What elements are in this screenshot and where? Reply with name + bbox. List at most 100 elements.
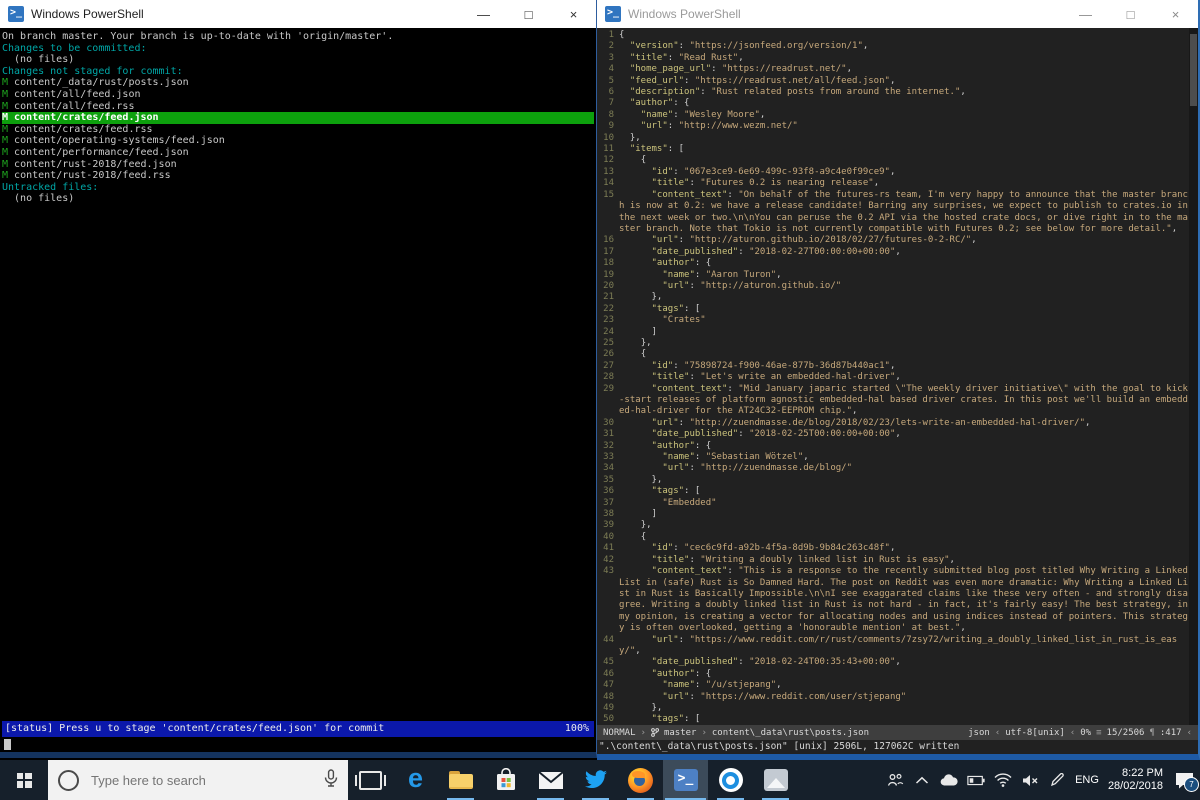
editor-line[interactable]: 24 ] [597, 327, 1189, 338]
search-input[interactable] [89, 771, 314, 789]
editor-line[interactable]: 4 "home_page_url": "https://readrust.net… [597, 64, 1189, 75]
editor-line[interactable]: 19 "name": "Aaron Turon", [597, 270, 1189, 281]
editor-line[interactable]: 11 "items": [ [597, 144, 1189, 155]
editor-line[interactable]: 35 }, [597, 475, 1189, 486]
editor-line[interactable]: 50 "tags": [ [597, 714, 1189, 725]
editor-line[interactable]: 14 "title": "Futures 0.2 is nearing rele… [597, 178, 1189, 189]
taskbar-firefox[interactable] [618, 760, 663, 800]
editor-line[interactable]: 37 "Embedded" [597, 498, 1189, 509]
editor-line[interactable]: 45 "date_published": "2018-02-24T00:35:4… [597, 657, 1189, 668]
git-file-row[interactable]: M content/operating-systems/feed.json [2, 135, 596, 147]
git-status-terminal[interactable]: On branch master. Your branch is up-to-d… [0, 28, 596, 752]
editor-line[interactable]: 39 }, [597, 520, 1189, 531]
editor-line[interactable]: 22 "tags": [ [597, 304, 1189, 315]
taskbar-gray-app[interactable] [753, 760, 798, 800]
git-file-row[interactable]: M content/_data/rust/posts.json [2, 77, 596, 89]
taskbar-powershell[interactable]: >_ [663, 760, 708, 800]
windows-ink-pen-icon[interactable] [1048, 771, 1066, 789]
microphone-icon[interactable] [324, 768, 338, 792]
editor-line[interactable]: 5 "feed_url": "https://readrust.net/all/… [597, 76, 1189, 87]
editor-line[interactable]: 40 { [597, 532, 1189, 543]
line-number: 6 [608, 87, 614, 98]
scrollbar-thumb[interactable] [1190, 34, 1197, 106]
editor-line[interactable]: 30 "url": "http://zuendmasse.de/blog/201… [597, 418, 1189, 429]
editor-line[interactable]: 17 "date_published": "2018-02-27T00:00:0… [597, 247, 1189, 258]
editor-line[interactable]: 43 "content_text": "This is a response t… [597, 566, 1189, 634]
line-number: 17 [603, 246, 614, 257]
editor-line[interactable]: 46 "author": { [597, 669, 1189, 680]
line-icon: ¶ [1149, 727, 1155, 738]
editor-line[interactable]: 42 "title": "Writing a doubly linked lis… [597, 555, 1189, 566]
maximize-button[interactable]: □ [1108, 0, 1153, 28]
editor-line[interactable]: 20 "url": "http://aturon.github.io/" [597, 281, 1189, 292]
editor-line[interactable]: 44 "url": "https://www.reddit.com/r/rust… [597, 635, 1189, 658]
editor-line[interactable]: 16 "url": "http://aturon.github.io/2018/… [597, 235, 1189, 246]
editor-line[interactable]: 21 }, [597, 292, 1189, 303]
taskbar-blue-ring-app[interactable] [708, 760, 753, 800]
editor-line[interactable]: 13 "id": "067e3ce9-6e69-499c-93f8-a9c4e0… [597, 167, 1189, 178]
chevron-up-icon[interactable] [913, 771, 931, 789]
taskbar-clock[interactable]: 8:22 PM 28/02/2018 [1108, 767, 1163, 793]
editor-line[interactable]: 8 "name": "Wesley Moore", [597, 110, 1189, 121]
taskbar-twitter[interactable] [573, 760, 618, 800]
taskbar-store[interactable] [483, 760, 528, 800]
editor-line[interactable]: 26 { [597, 349, 1189, 360]
editor-line[interactable]: 3 "title": "Read Rust", [597, 53, 1189, 64]
vim-editor[interactable]: 1{2 "version": "https://jsonfeed.org/ver… [597, 28, 1198, 725]
volume-muted-icon[interactable] [1021, 771, 1039, 789]
editor-line[interactable]: 9 "url": "http://www.wezm.net/" [597, 121, 1189, 132]
editor-line[interactable]: 29 "content_text": "Mid January japaric … [597, 384, 1189, 418]
git-file-row-selected[interactable]: M content/crates/feed.json [2, 112, 594, 124]
editor-line[interactable]: 23 "Crates" [597, 315, 1189, 326]
editor-line[interactable]: 6 "description": "Rust related posts fro… [597, 87, 1189, 98]
task-view-button[interactable] [348, 760, 393, 800]
taskbar-search-box[interactable] [48, 760, 348, 800]
maximize-button[interactable]: □ [506, 0, 551, 28]
minimize-button[interactable]: — [1063, 0, 1108, 28]
editor-line[interactable]: 34 "url": "http://zuendmasse.de/blog/" [597, 463, 1189, 474]
taskbar-edge[interactable]: e [393, 760, 438, 800]
editor-line[interactable]: 49 }, [597, 703, 1189, 714]
editor-line[interactable]: 32 "author": { [597, 441, 1189, 452]
blue-ring-app-icon [718, 768, 743, 792]
language-indicator[interactable]: ENG [1075, 774, 1099, 786]
editor-line[interactable]: 47 "name": "/u/stjepang", [597, 680, 1189, 691]
editor-scrollbar[interactable] [1189, 28, 1198, 725]
titlebar-left[interactable]: >_ Windows PowerShell — □ × [0, 0, 596, 28]
git-file-row[interactable]: M content/rust-2018/feed.rss [2, 170, 596, 182]
close-button[interactable]: × [551, 0, 596, 28]
editor-line[interactable]: 15 "content_text": "On behalf of the fut… [597, 190, 1189, 236]
editor-line[interactable]: 27 "id": "75898724-f900-46ae-877b-36d87b… [597, 361, 1189, 372]
editor-line[interactable]: 7 "author": { [597, 98, 1189, 109]
battery-icon[interactable] [967, 771, 985, 789]
editor-line[interactable]: 12 { [597, 155, 1189, 166]
wifi-icon[interactable] [994, 771, 1012, 789]
editor-line[interactable]: 10 }, [597, 133, 1189, 144]
people-icon[interactable] [886, 771, 904, 789]
close-button[interactable]: × [1153, 0, 1198, 28]
editor-line[interactable]: 25 }, [597, 338, 1189, 349]
editor-line[interactable]: 1{ [597, 30, 1189, 41]
taskbar-file-explorer[interactable] [438, 760, 483, 800]
onedrive-cloud-icon[interactable] [940, 771, 958, 789]
start-button[interactable] [0, 760, 48, 800]
action-center-button[interactable]: 7 [1172, 769, 1199, 792]
taskbar-mail[interactable] [528, 760, 573, 800]
git-file-row[interactable]: M content/all/feed.json [2, 89, 596, 101]
git-file-row[interactable]: M content/performance/feed.json [2, 147, 596, 159]
editor-line[interactable]: 18 "author": { [597, 258, 1189, 269]
git-file-row[interactable]: M content/rust-2018/feed.json [2, 159, 596, 171]
minimize-button[interactable]: — [461, 0, 506, 28]
editor-line[interactable]: 28 "title": "Let's write an embedded-hal… [597, 372, 1189, 383]
git-file-row[interactable]: M content/all/feed.rss [2, 101, 596, 113]
editor-line[interactable]: 48 "url": "https://www.reddit.com/user/s… [597, 692, 1189, 703]
editor-line[interactable]: 38 ] [597, 509, 1189, 520]
git-file-row[interactable]: M content/crates/feed.rss [2, 124, 596, 136]
editor-line[interactable]: 41 "id": "cec6c9fd-a92b-4f5a-8d9b-9b84c2… [597, 543, 1189, 554]
editor-line[interactable]: 2 "version": "https://jsonfeed.org/versi… [597, 41, 1189, 52]
editor-line[interactable]: 31 "date_published": "2018-02-25T00:00:0… [597, 429, 1189, 440]
titlebar-right[interactable]: >_ Windows PowerShell — □ × [597, 0, 1198, 28]
editor-line[interactable]: 36 "tags": [ [597, 486, 1189, 497]
editor-line[interactable]: 33 "name": "Sebastian Wötzel", [597, 452, 1189, 463]
powershell-window-left: >_ Windows PowerShell — □ × On branch ma… [0, 0, 597, 758]
